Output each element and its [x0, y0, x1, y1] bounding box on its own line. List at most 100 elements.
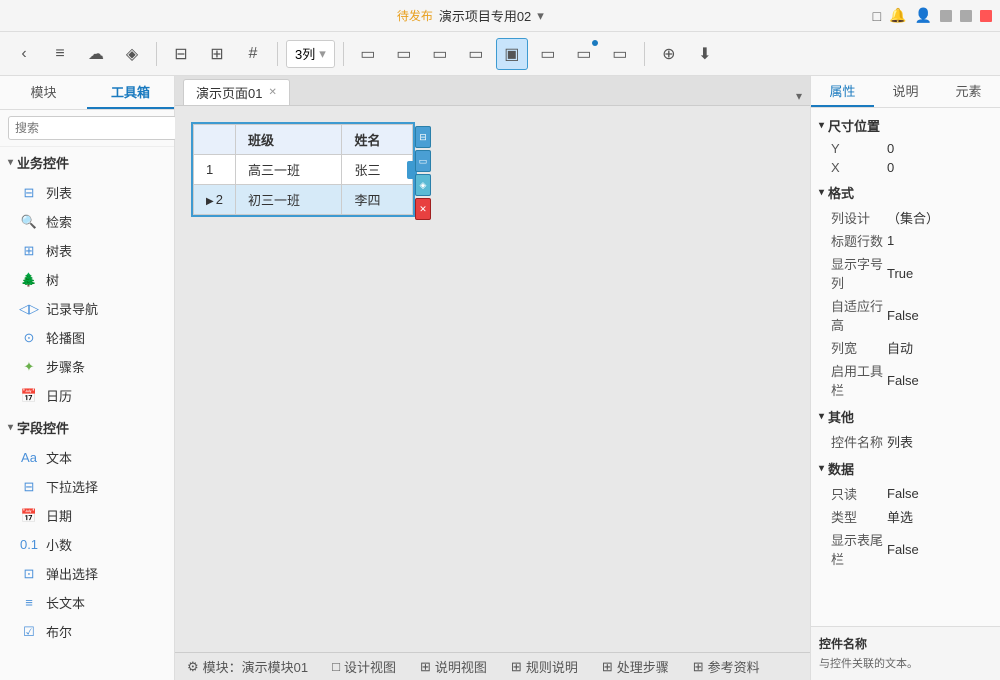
ctrl-bool[interactable]: ☑ 布尔 [0, 617, 174, 646]
prop-header-rows: 标题行数 1 [811, 229, 1000, 252]
cloud-button[interactable]: ☁ [80, 38, 112, 70]
col-select[interactable]: 3列 ▾ [286, 40, 335, 68]
ctrl-carousel[interactable]: ⊙ 轮播图 [0, 323, 174, 352]
ctrl-popup[interactable]: ⊡ 弹出选择 [0, 559, 174, 588]
ctrl-longtext[interactable]: ≡ 长文本 [0, 588, 174, 617]
frame7-button[interactable]: ▭ [568, 38, 600, 70]
bell-icon[interactable]: 🔔 [889, 7, 906, 24]
tabs-bar: 演示页面01 ✕ ▾ [175, 76, 810, 106]
module-status[interactable]: ⚙ 模块：演示模块01 [187, 657, 308, 676]
user-icon[interactable]: 👤 [915, 7, 932, 24]
tab-toolbox[interactable]: 工具箱 [87, 76, 174, 109]
layers-button[interactable]: ◈ [116, 38, 148, 70]
ctrl-search[interactable]: 🔍 检索 [0, 207, 174, 236]
side-tool-4[interactable]: ✕ [415, 198, 431, 220]
section-format-header[interactable]: ▾ 格式 [811, 179, 1000, 206]
field-category-label: 字段控件 [17, 418, 69, 437]
design-view-status[interactable]: □ 设计视图 [332, 657, 396, 676]
frame6-button[interactable]: ▭ [532, 38, 564, 70]
design-table: 班级 姓名 1 高三一班 张三 ▶2 [193, 124, 413, 215]
section-other-header[interactable]: ▾ 其他 [811, 403, 1000, 430]
frame8-button[interactable]: ▭ [604, 38, 636, 70]
download-button[interactable]: ⬇ [689, 38, 721, 70]
frame2-button[interactable]: ▭ [388, 38, 420, 70]
back-button[interactable]: ‹ [8, 38, 40, 70]
maximize-btn[interactable] [960, 10, 972, 22]
process-steps-status[interactable]: ⊞ 处理步骤 [602, 657, 669, 676]
ctrl-decimal[interactable]: 0.1 小数 [0, 530, 174, 559]
prop-col-width: 列宽 自动 [811, 336, 1000, 359]
section-data: ▾ 数据 只读 False 类型 单选 显示表尾栏 False [811, 455, 1000, 570]
prop-show-footer: 显示表尾栏 False [811, 528, 1000, 570]
rule-explain-status[interactable]: ⊞ 规则说明 [511, 657, 578, 676]
prop-ctrl-name: 控件名称 列表 [811, 430, 1000, 453]
ctrl-record-nav[interactable]: ◁▷ 记录导航 [0, 294, 174, 323]
ctrl-date[interactable]: 📅 日期 [0, 501, 174, 530]
tab-close-icon[interactable]: ✕ [268, 87, 276, 98]
ctrl-steps[interactable]: ✦ 步骤条 [0, 352, 174, 381]
process-steps-label: 处理步骤 [617, 657, 669, 676]
footer-desc: 与控件关联的文本。 [819, 656, 992, 673]
ctrl-tree[interactable]: 🌲 树 [0, 265, 174, 294]
arrow-icon: ▾ [8, 157, 13, 168]
close-btn[interactable] [980, 10, 992, 22]
page-tab-01[interactable]: 演示页面01 ✕ [183, 79, 290, 105]
side-tool-2[interactable]: ▭ [415, 150, 431, 172]
text-icon: Aa [20, 449, 38, 467]
canvas-area[interactable]: 班级 姓名 1 高三一班 张三 ▶2 [175, 106, 810, 652]
table-row[interactable]: 1 高三一班 张三 [194, 155, 413, 185]
decimal-icon: 0.1 [20, 536, 38, 554]
menu-button[interactable]: ≡ [44, 38, 76, 70]
table-row[interactable]: ▶2 初三一班 李四 [194, 185, 413, 215]
ref-info-status[interactable]: ⊞ 参考资料 [693, 657, 760, 676]
row-num-2: ▶2 [194, 185, 236, 215]
calendar-icon: 📅 [20, 387, 38, 405]
explain-icon: ⊞ [420, 659, 431, 675]
side-tool-3[interactable]: ◈ [415, 174, 431, 196]
minimize-btn[interactable] [940, 10, 952, 22]
titlebar-center: 待发布 演示项目专用02 ▾ [397, 6, 544, 25]
ctrl-tree-table[interactable]: ⊞ 树表 [0, 236, 174, 265]
row-arrow-icon: ▶ [206, 196, 214, 207]
ctrl-calendar[interactable]: 📅 日历 [0, 381, 174, 410]
design-view-label: 设计视图 [344, 657, 396, 676]
dropdown-icon[interactable]: ▾ [537, 8, 544, 24]
prop-show-seq: 显示字号列 True [811, 252, 1000, 294]
ctrl-dropdown[interactable]: ⊟ 下拉选择 [0, 472, 174, 501]
section-data-header[interactable]: ▾ 数据 [811, 455, 1000, 482]
right-tab-elements[interactable]: 元素 [937, 76, 1000, 107]
layout-button[interactable]: ⊟ [165, 38, 197, 70]
frame3-button[interactable]: ▭ [424, 38, 456, 70]
prop-col-design: 列设计 （集合） [811, 206, 1000, 229]
frame1-button[interactable]: ▭ [352, 38, 384, 70]
share-button[interactable]: ⊕ [653, 38, 685, 70]
tabs-arrow-icon[interactable]: ▾ [796, 89, 802, 103]
tree-icon: 🌲 [20, 271, 38, 289]
category-field-header[interactable]: ▾ 字段控件 [0, 412, 174, 443]
longtext-icon: ≡ [20, 594, 38, 612]
frame5-button[interactable]: ▣ [496, 38, 528, 70]
prop-auto-row: 自适应行高 False [811, 294, 1000, 336]
project-name[interactable]: 演示项目专用02 [439, 6, 531, 25]
row-num-header [194, 125, 236, 155]
category-business-header[interactable]: ▾ 业务控件 [0, 147, 174, 178]
prop-toolbar: 启用工具栏 False [811, 359, 1000, 401]
ctrl-list[interactable]: ⊟ 列表 [0, 178, 174, 207]
section-size-header[interactable]: ▾ 尺寸位置 [811, 112, 1000, 139]
explain-view-status[interactable]: ⊞ 说明视图 [420, 657, 487, 676]
tree-table-icon: ⊞ [20, 242, 38, 260]
category-label: 业务控件 [17, 153, 69, 172]
nav-icon: ◁▷ [20, 300, 38, 318]
frame4-button[interactable]: ▭ [460, 38, 492, 70]
ctrl-text[interactable]: Aa 文本 [0, 443, 174, 472]
right-tab-properties[interactable]: 属性 [811, 76, 874, 107]
prop-readonly: 只读 False [811, 482, 1000, 505]
other-arrow: ▾ [819, 411, 824, 422]
hash-button[interactable]: # [237, 38, 269, 70]
grid-button[interactable]: ⊞ [201, 38, 233, 70]
right-tab-explain[interactable]: 说明 [874, 76, 937, 107]
tab-module[interactable]: 模块 [0, 76, 87, 109]
side-tool-1[interactable]: ⊟ [415, 126, 431, 148]
search-input[interactable] [8, 116, 177, 140]
prop-x: X 0 [811, 158, 1000, 177]
